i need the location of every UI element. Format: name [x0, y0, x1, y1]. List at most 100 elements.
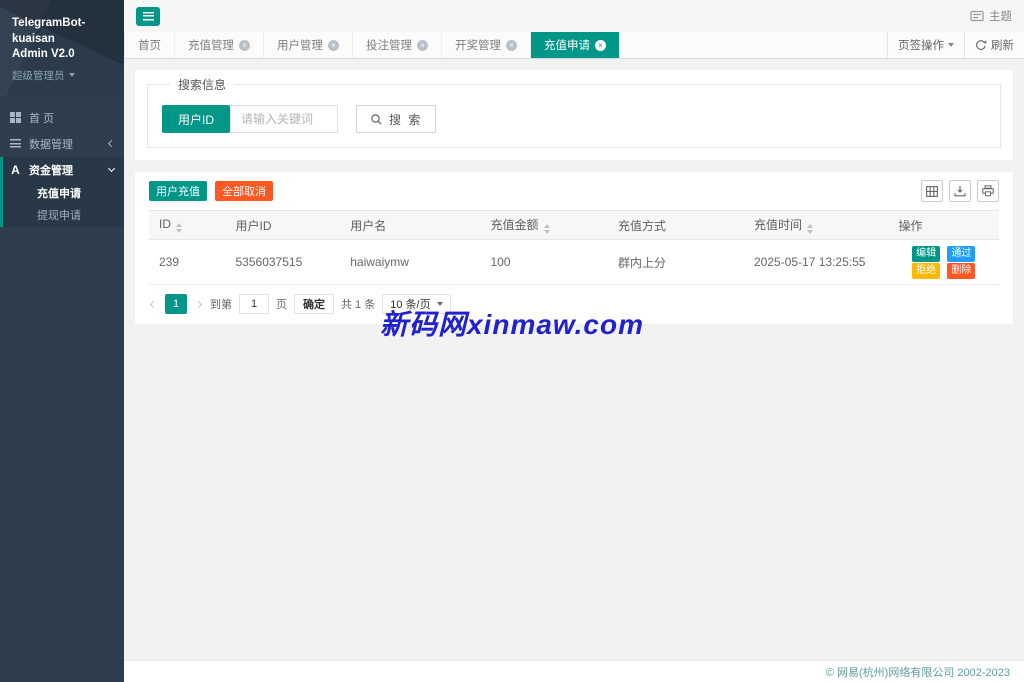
sort-icon[interactable]	[176, 223, 182, 233]
cell-username: haiwaiymw	[340, 240, 480, 285]
column-header-id[interactable]: ID	[149, 211, 226, 240]
search-button-label: 搜 索	[389, 111, 422, 128]
tab-user-management[interactable]: 用户管理 ×	[264, 32, 353, 58]
tab-label: 充值申请	[544, 37, 590, 53]
page-footer: © 网易(杭州)网络有限公司 2002-2023	[124, 660, 1024, 682]
home-grid-icon	[10, 112, 21, 123]
cell-amount: 100	[481, 240, 609, 285]
close-icon[interactable]: ×	[506, 40, 517, 51]
chevron-left-icon	[150, 300, 157, 307]
column-header-amount[interactable]: 充值金额	[481, 211, 609, 240]
app-title-line1: TelegramBot-kuaisan	[12, 16, 112, 47]
topbar: 主题	[124, 0, 1024, 32]
cancel-all-button[interactable]: 全部取消	[215, 181, 273, 201]
tab-label: 首页	[138, 37, 161, 53]
sidebar-item-home[interactable]: 首 页	[0, 105, 124, 131]
jump-confirm-button[interactable]: 确定	[294, 294, 334, 314]
logo-block: TelegramBot-kuaisan Admin V2.0 超级管理员	[0, 0, 124, 97]
user-recharge-button[interactable]: 用户充值	[149, 181, 207, 201]
tab-recharge-management[interactable]: 充值管理 ×	[175, 32, 264, 58]
print-button[interactable]	[977, 180, 999, 202]
search-row: 用户ID 搜 索	[162, 105, 986, 133]
sort-icon[interactable]	[544, 224, 550, 234]
export-button[interactable]	[949, 180, 971, 202]
tabbar-controls: 页签操作 刷新	[887, 32, 1024, 58]
column-header-username: 用户名	[340, 211, 480, 240]
recharge-requests-table: ID 用户ID 用户名 充值金额 充值方式 充值时间 操作 239 535603	[149, 210, 999, 285]
tab-bet-management[interactable]: 投注管理 ×	[353, 32, 442, 58]
jump-suffix-label: 页	[276, 296, 287, 312]
sidebar-item-label: 首 页	[29, 110, 114, 126]
sort-icon[interactable]	[807, 224, 813, 234]
table-tools	[921, 180, 999, 202]
refresh-label: 刷新	[991, 37, 1014, 53]
close-icon[interactable]: ×	[239, 40, 250, 51]
hamburger-icon	[143, 12, 154, 21]
sidebar-item-withdraw-request[interactable]: 提现申请	[3, 205, 124, 227]
table-toolbar: 用户充值 全部取消	[149, 180, 999, 202]
sidebar: TelegramBot-kuaisan Admin V2.0 超级管理员 首 页…	[0, 0, 124, 682]
search-card: 搜索信息 用户ID 搜 索	[134, 69, 1014, 161]
chevron-down-icon	[69, 73, 75, 77]
fund-icon: A	[10, 163, 21, 177]
user-role-label: 超级管理员	[12, 68, 65, 83]
refresh-button[interactable]: 刷新	[964, 32, 1024, 58]
page-jump-input[interactable]	[239, 294, 269, 314]
edit-button[interactable]: 编辑	[912, 246, 940, 262]
admin-page: TelegramBot-kuaisan Admin V2.0 超级管理员 首 页…	[0, 0, 1024, 682]
search-input[interactable]	[230, 105, 338, 133]
tab-actions-dropdown[interactable]: 页签操作	[887, 32, 964, 58]
app-title: TelegramBot-kuaisan Admin V2.0	[12, 16, 112, 63]
sidebar-item-fund-management[interactable]: A 资金管理	[3, 157, 124, 183]
prev-page-button[interactable]	[149, 302, 158, 307]
pagination: 1 到第 页 确定 共 1 条 10 条/页	[149, 294, 999, 314]
delete-button[interactable]: 删除	[947, 263, 975, 279]
cell-id: 239	[149, 240, 226, 285]
filter-columns-button[interactable]	[921, 180, 943, 202]
user-role-dropdown[interactable]: 超级管理员	[12, 68, 112, 83]
tab-label: 用户管理	[277, 37, 323, 53]
jump-prefix-label: 到第	[210, 296, 232, 312]
tab-recharge-request[interactable]: 充值申请 ×	[531, 32, 620, 58]
copyright-text: © 网易(杭州)网络有限公司 2002-2023	[826, 664, 1010, 680]
cell-user-id: 5356037515	[226, 240, 341, 285]
cell-method: 群内上分	[608, 240, 744, 285]
cell-actions: 编辑 通过 拒绝 删除	[889, 240, 1000, 285]
next-page-button[interactable]	[194, 302, 203, 307]
filter-columns-icon	[926, 186, 938, 197]
reject-button[interactable]: 拒绝	[912, 263, 940, 279]
sidebar-group-fund-management: A 资金管理 充值申请 提现申请	[0, 157, 124, 227]
current-page-button[interactable]: 1	[165, 294, 187, 314]
sidebar-toggle-button[interactable]	[136, 7, 160, 26]
fund-submenu: 充值申请 提现申请	[3, 183, 124, 227]
column-header-method: 充值方式	[608, 211, 744, 240]
tab-label: 开奖管理	[455, 37, 501, 53]
column-header-user-id: 用户ID	[226, 211, 341, 240]
theme-button[interactable]: 主题	[970, 8, 1012, 24]
tab-actions-label: 页签操作	[898, 37, 944, 53]
chevron-down-icon	[948, 43, 954, 47]
theme-icon	[970, 10, 984, 22]
page-size-select[interactable]: 10 条/页	[382, 294, 450, 314]
search-icon	[370, 113, 383, 126]
sidebar-item-label: 数据管理	[29, 136, 101, 152]
column-header-time[interactable]: 充值时间	[744, 211, 889, 240]
close-icon[interactable]: ×	[595, 40, 606, 51]
sidebar-item-data-management[interactable]: 数据管理	[0, 131, 124, 157]
search-field-type-button[interactable]: 用户ID	[162, 105, 230, 133]
tabbar: 首页 充值管理 × 用户管理 × 投注管理 × 开奖管理 ×	[124, 32, 1024, 59]
list-icon	[10, 139, 21, 148]
table-card: 用户充值 全部取消	[134, 171, 1014, 325]
close-icon[interactable]: ×	[328, 40, 339, 51]
chevron-left-icon	[108, 140, 115, 147]
approve-button[interactable]: 通过	[947, 246, 975, 262]
close-icon[interactable]: ×	[417, 40, 428, 51]
app-title-line2: Admin V2.0	[12, 47, 112, 63]
tab-home[interactable]: 首页	[124, 32, 175, 58]
print-icon	[982, 185, 994, 197]
sidebar-item-recharge-request[interactable]: 充值申请	[3, 183, 124, 205]
content-area: 搜索信息 用户ID 搜 索	[124, 59, 1024, 660]
search-button[interactable]: 搜 索	[356, 105, 436, 133]
tab-lottery-management[interactable]: 开奖管理 ×	[442, 32, 531, 58]
table-row: 239 5356037515 haiwaiymw 100 群内上分 2025-0…	[149, 240, 999, 285]
